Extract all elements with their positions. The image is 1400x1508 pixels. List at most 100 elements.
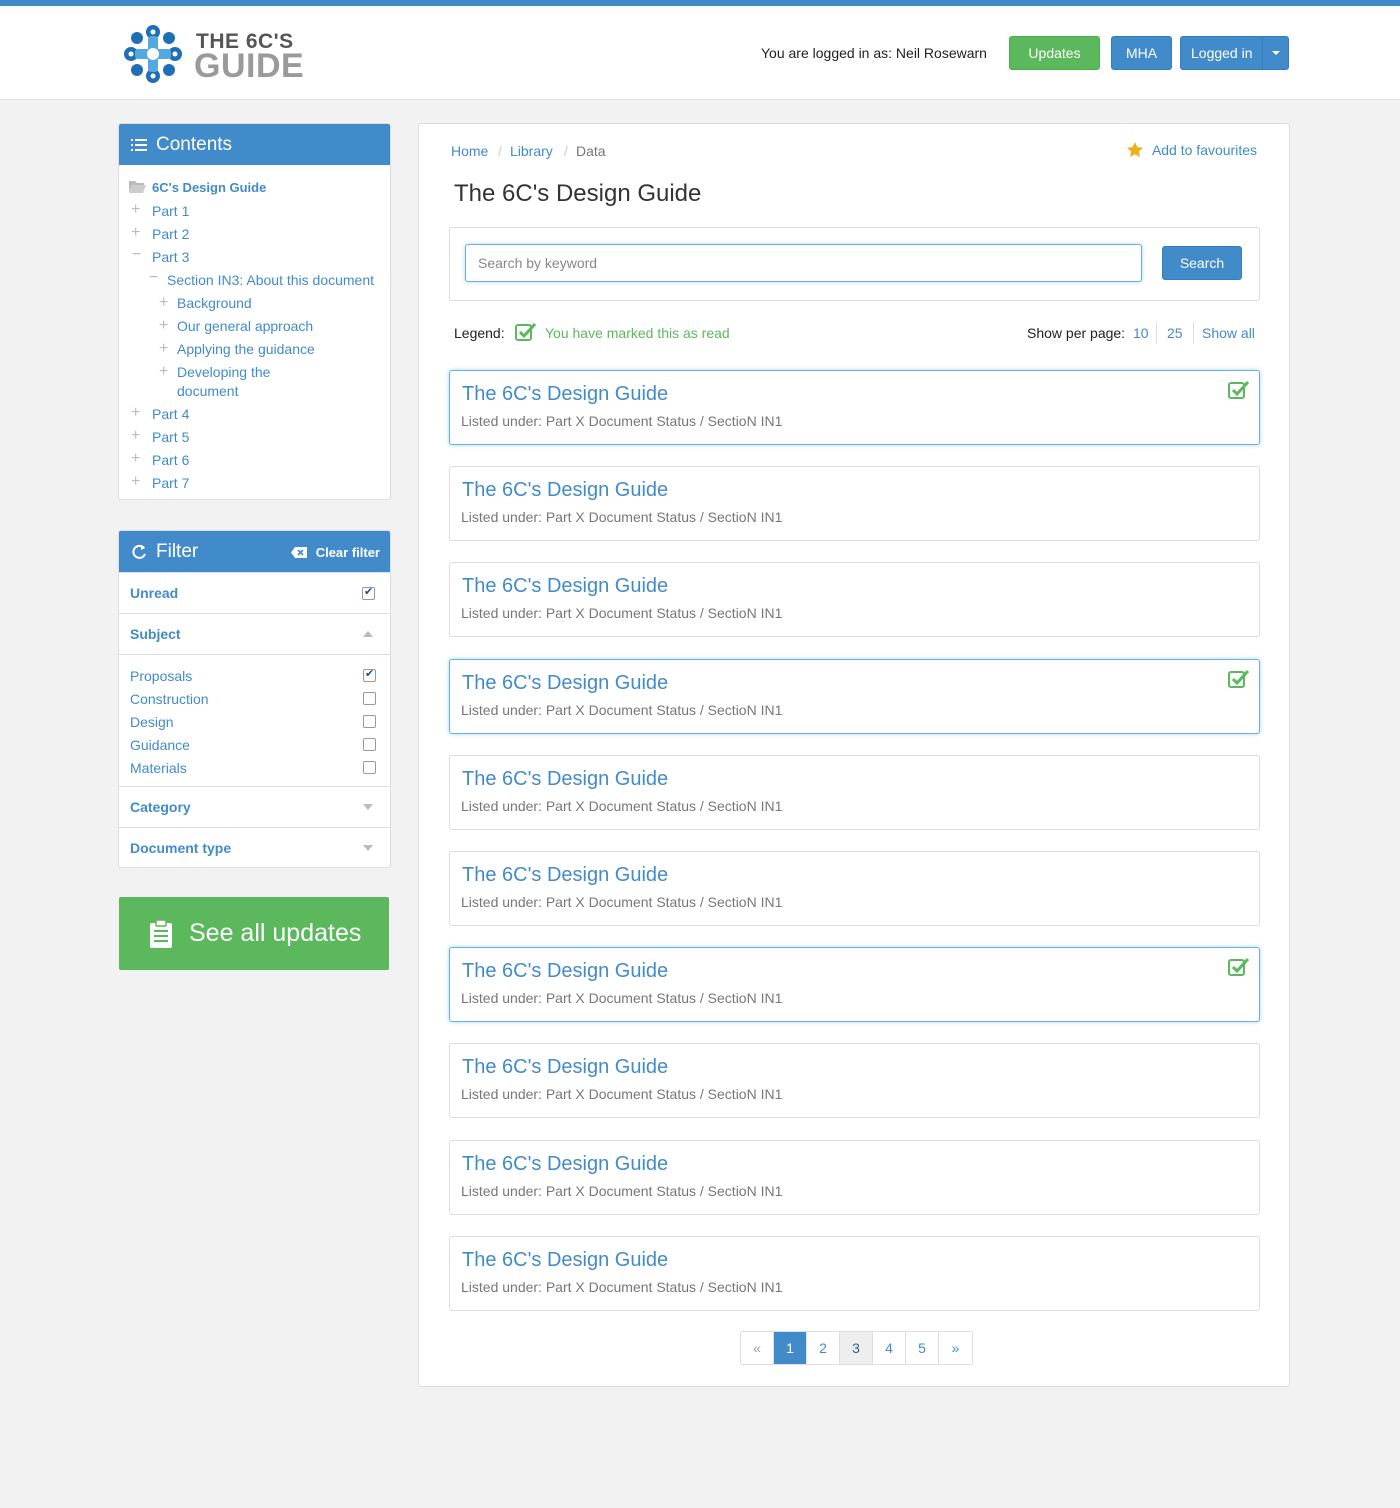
toc-part-1[interactable]: Part 1: [152, 203, 189, 219]
per-page-10[interactable]: 10: [1133, 325, 1149, 341]
breadcrumb-separator: /: [564, 143, 568, 159]
result-item[interactable]: The 6C's Design Guide Listed under: Part …: [449, 562, 1260, 638]
pagination-page-1[interactable]: 1: [774, 1332, 807, 1364]
toc-sub-general-approach[interactable]: Our general approach: [177, 318, 313, 334]
collapse-minus-icon[interactable]: −: [149, 269, 158, 287]
updates-button[interactable]: Updates: [1009, 36, 1100, 70]
toc-sub-developing-line1[interactable]: Developing the: [177, 364, 270, 380]
filter-unread-row[interactable]: Unread: [119, 572, 390, 613]
toc-sub-background[interactable]: Background: [177, 295, 252, 311]
toc-part-2[interactable]: Part 2: [152, 226, 189, 242]
logged-in-dropdown-button[interactable]: Logged in: [1180, 36, 1289, 70]
unread-label: Unread: [130, 585, 179, 601]
breadcrumb-home[interactable]: Home: [451, 143, 488, 159]
result-item[interactable]: The 6C's Design Guide Listed under: Part …: [449, 466, 1260, 542]
filter-subject-row[interactable]: Subject: [119, 613, 390, 654]
result-item[interactable]: The 6C's Design Guide Listed under: Part …: [449, 1043, 1260, 1119]
result-title[interactable]: The 6C's Design Guide: [462, 960, 668, 983]
result-item[interactable]: The 6C's Design Guide Listed under: Part …: [449, 1235, 1260, 1311]
toc-sub-applying-guidance[interactable]: Applying the guidance: [177, 341, 315, 357]
toc-sub-developing-line2[interactable]: document: [177, 383, 238, 399]
see-all-updates-button[interactable]: See all updates: [119, 897, 389, 970]
collapse-minus-icon[interactable]: −: [132, 246, 141, 264]
subject-design-checkbox[interactable]: [363, 715, 376, 728]
result-title[interactable]: The 6C's Design Guide: [462, 575, 668, 598]
unread-checkbox[interactable]: [362, 585, 375, 600]
expand-plus-icon[interactable]: +: [131, 224, 140, 242]
contents-header: Contents: [119, 124, 390, 165]
toc-part-6[interactable]: Part 6: [152, 452, 189, 468]
expand-plus-icon[interactable]: +: [159, 294, 168, 312]
toc-root-link[interactable]: 6C's Design Guide: [152, 180, 266, 195]
expand-plus-icon[interactable]: +: [131, 427, 140, 445]
subject-materials-label: Materials: [130, 760, 187, 776]
per-page-all[interactable]: Show all: [1202, 325, 1255, 341]
result-listed-under: Listed under: Part X Document Status / S…: [461, 605, 783, 622]
toc-part-5[interactable]: Part 5: [152, 429, 189, 445]
result-listed-under: Listed under: Part X Document Status / S…: [461, 413, 783, 429]
show-per-page-label: Show per page:: [1027, 325, 1126, 341]
clear-tag-icon: [290, 547, 307, 558]
pagination-page-2[interactable]: 2: [807, 1332, 840, 1364]
result-item[interactable]: The 6C's Design Guide Listed under: Part …: [449, 754, 1260, 830]
expand-down-icon[interactable]: [363, 845, 373, 851]
result-title[interactable]: The 6C's Design Guide: [462, 768, 668, 791]
clear-filter-button[interactable]: Clear filter: [290, 545, 380, 560]
toc-section-in3[interactable]: Section IN3: About this document: [167, 272, 374, 288]
toc-part-7[interactable]: Part 7: [152, 475, 189, 491]
dropdown-toggle[interactable]: [1262, 37, 1288, 69]
result-title[interactable]: The 6C's Design Guide: [462, 1249, 668, 1272]
expand-plus-icon[interactable]: +: [131, 473, 140, 491]
folder-open-icon: [129, 181, 146, 193]
result-item[interactable]: The 6C's Design Guide Listed under: Part …: [449, 947, 1260, 1023]
star-icon: [1126, 142, 1143, 157]
expand-plus-icon[interactable]: +: [131, 201, 140, 219]
subject-proposals-checkbox[interactable]: [363, 667, 376, 682]
list-icon: [131, 138, 147, 151]
result-item[interactable]: The 6C's Design Guide Listed under: Part …: [449, 370, 1260, 445]
expand-plus-icon[interactable]: +: [159, 317, 168, 335]
mha-button[interactable]: MHA: [1111, 36, 1172, 70]
result-title[interactable]: The 6C's Design Guide: [462, 479, 668, 502]
result-title[interactable]: The 6C's Design Guide: [462, 672, 668, 695]
pagination-page-5[interactable]: 5: [906, 1332, 939, 1364]
subject-construction-checkbox[interactable]: [363, 692, 376, 705]
logged-in-user-text: You are logged in as: Neil Rosewarn: [761, 45, 987, 61]
search-box: Search: [449, 227, 1260, 301]
result-title[interactable]: The 6C's Design Guide: [462, 864, 668, 887]
subject-guidance-checkbox[interactable]: [363, 738, 376, 751]
filter-category-row[interactable]: Category: [119, 786, 390, 827]
result-item[interactable]: The 6C's Design Guide Listed under: Part …: [449, 851, 1260, 926]
result-title[interactable]: The 6C's Design Guide: [462, 383, 668, 406]
pagination-prev[interactable]: «: [741, 1332, 774, 1364]
search-button[interactable]: Search: [1162, 246, 1242, 280]
filter-doctype-row[interactable]: Document type: [119, 827, 390, 868]
result-item[interactable]: The 6C's Design Guide Listed under: Part …: [449, 658, 1260, 734]
add-to-favourites-link[interactable]: Add to favourites: [1126, 142, 1257, 158]
breadcrumb-library[interactable]: Library: [510, 143, 553, 159]
subject-options: Proposals Construction Design Guidance M…: [119, 654, 390, 786]
subject-materials-checkbox[interactable]: [363, 761, 376, 774]
result-item[interactable]: The 6C's Design Guide Listed under: Part …: [449, 1139, 1260, 1215]
expand-plus-icon[interactable]: +: [159, 363, 168, 381]
pagination-page-4[interactable]: 4: [873, 1332, 906, 1364]
expand-plus-icon[interactable]: +: [131, 404, 140, 422]
toc-part-4[interactable]: Part 4: [152, 406, 189, 422]
category-label: Category: [130, 799, 191, 815]
search-input[interactable]: [465, 244, 1142, 282]
legend-label: Legend:: [454, 325, 505, 341]
site-logo[interactable]: THE 6C'S GUIDE: [119, 20, 309, 88]
collapse-up-icon[interactable]: [363, 631, 373, 637]
expand-down-icon[interactable]: [363, 804, 373, 810]
pagination-page-3[interactable]: 3: [840, 1332, 873, 1364]
result-title[interactable]: The 6C's Design Guide: [462, 1153, 668, 1176]
per-page-25[interactable]: 25: [1167, 325, 1183, 341]
result-listed-under: Listed under: Part X Document Status / S…: [461, 1086, 783, 1103]
toc-part-3[interactable]: Part 3: [152, 249, 189, 265]
result-title[interactable]: The 6C's Design Guide: [462, 1056, 668, 1079]
expand-plus-icon[interactable]: +: [159, 340, 168, 358]
pagination-next[interactable]: »: [939, 1332, 972, 1364]
expand-plus-icon[interactable]: +: [131, 450, 140, 468]
subject-guidance-label: Guidance: [130, 737, 190, 753]
legend-text: You have marked this as read: [545, 325, 730, 341]
